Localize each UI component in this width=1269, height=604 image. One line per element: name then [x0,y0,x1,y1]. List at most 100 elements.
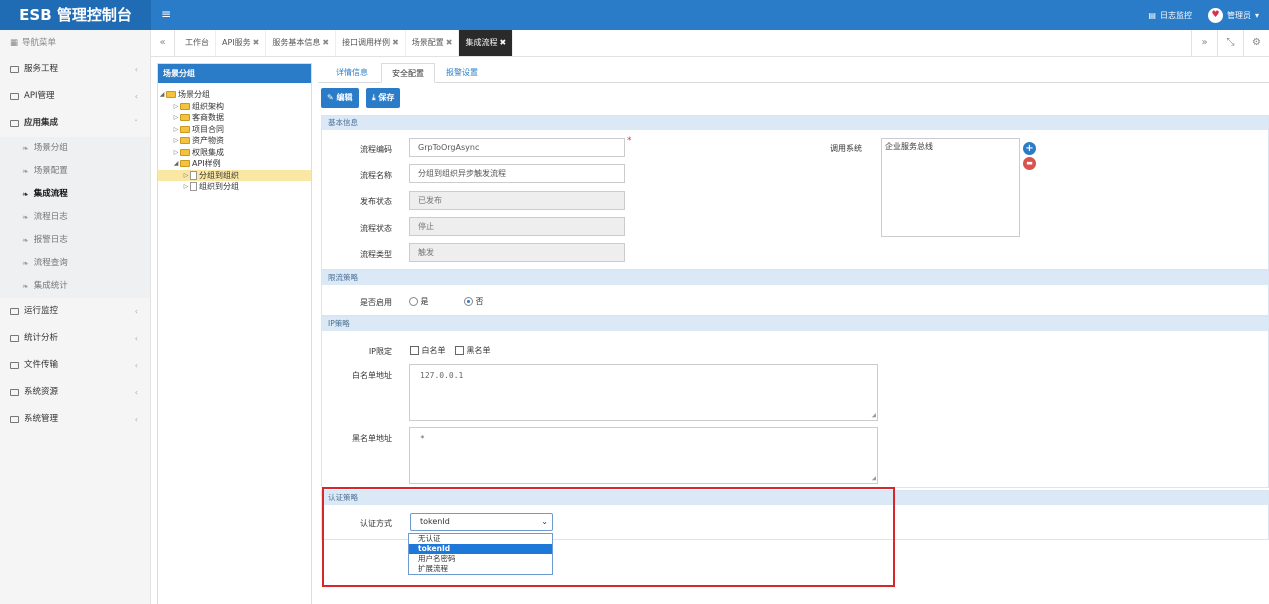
edit-button-label: 编辑 [336,93,353,102]
expand-right-icon[interactable]: ▷ [182,181,190,193]
sidebar-item-api-management[interactable]: API管理 ‹ [0,83,150,110]
sidebar-sub-integration-flow[interactable]: ❧ 集成流程 [0,183,150,206]
chevron-left-icon: ‹ [134,388,138,397]
sidebar-sub-label: 流程查询 [33,258,68,268]
tree-node-label: 资产物资 [192,136,224,145]
resize-handle-icon[interactable]: ◢ [872,474,876,482]
tab-scroll-right-icon[interactable]: » [1191,30,1217,56]
section-title: 基本信息 [322,116,1268,130]
whitelist-checkbox[interactable]: 白名单 [410,345,446,356]
tab-service-basic-info[interactable]: 服务基本信息 ✖ [266,30,337,56]
fullscreen-icon[interactable]: ⤡ [1217,30,1243,56]
folder-icon [10,120,19,127]
close-icon[interactable]: ✖ [446,38,453,47]
tree-panel-title: 场景分组 [158,64,311,83]
sidebar-sub-flow-log[interactable]: ❧ 流程日志 [0,206,150,229]
tab-detail-info[interactable]: 详情信息 [326,63,378,83]
folder-icon [180,137,190,145]
tab-workbench[interactable]: 工作台 [179,30,216,56]
auth-method-select[interactable]: tokenId ⌄ [410,513,553,531]
list-icon: ▤ [1148,10,1156,20]
auth-option-tokenid[interactable]: tokenId [409,544,552,554]
sidebar-sub-integration-stats[interactable]: ❧ 集成统计 [0,275,150,298]
tab-api-call-sample[interactable]: 接口调用样例 ✖ [336,30,406,56]
expand-right-icon[interactable]: ▷ [182,170,190,182]
whitelist-addr-value: 127.0.0.1 [420,371,464,380]
caller-system-list[interactable]: 企业服务总线 [881,138,1020,237]
radio-no[interactable]: 否 [464,296,484,307]
blacklist-checkbox[interactable]: 黑名单 [455,345,491,356]
sidebar-item-label: 系统管理 [24,414,59,424]
expand-down-icon[interactable]: ◢ [172,158,180,170]
tree-node[interactable]: ▷ 资产物资 [158,135,311,147]
expand-down-icon[interactable]: ◢ [158,89,166,101]
tree-node[interactable]: ▷ 项目合同 [158,124,311,136]
menu-toggle-icon[interactable]: ≡ [160,6,172,22]
tab-alarm-settings[interactable]: 报警设置 [436,63,488,83]
radio-yes[interactable]: 是 [409,296,429,307]
add-icon[interactable]: + [1023,142,1036,155]
caller-system-item[interactable]: 企业服务总线 [885,141,1016,152]
tab-integration-flow[interactable]: 集成流程 ✖ [459,30,514,56]
sidebar-item-service-project[interactable]: 服务工程 ‹ [0,56,150,83]
sidebar-item-app-integration[interactable]: 应用集成 ˇ [0,110,150,137]
log-monitor-label: 日志监控 [1159,10,1192,20]
tab-bar-actions: » ⤡ ⚙ [1191,30,1269,56]
sidebar-sub-alarm-log[interactable]: ❧ 报警日志 [0,229,150,252]
expand-right-icon[interactable]: ▷ [172,124,180,136]
close-icon[interactable]: ✖ [253,38,260,47]
sidebar-item-system-resource[interactable]: 系统资源 ‹ [0,379,150,406]
tree-node[interactable]: ▷ 组织架构 [158,101,311,113]
caret-down-icon: ▾ [1254,10,1259,20]
gear-icon[interactable]: ⚙ [1243,30,1269,56]
resize-handle-icon[interactable]: ◢ [872,411,876,419]
tree-node[interactable]: ▷ 权限集成 [158,147,311,159]
blacklist-addr-textarea[interactable]: * ◢ [409,427,878,484]
log-monitor-link[interactable]: ▤ 日志监控 [1148,10,1192,21]
tree-node[interactable]: ▷ 组织到分组 [158,181,311,193]
expand-right-icon[interactable]: ▷ [172,135,180,147]
flow-code-input[interactable]: GrpToOrgAsync [409,138,625,157]
sidebar-item-run-monitor[interactable]: 运行监控 ‹ [0,298,150,325]
auth-option-extended[interactable]: 扩展流程 [409,564,552,574]
tree-node[interactable]: ◢ API样例 [158,158,311,170]
tree-node-label: 组织架构 [192,101,224,111]
radio-icon [409,297,418,306]
auth-option-userpass[interactable]: 用户名密码 [409,554,552,564]
whitelist-addr-textarea[interactable]: 127.0.0.1 ◢ [409,364,878,421]
tab-scroll-left-icon[interactable]: « [151,30,175,56]
close-icon[interactable]: ✖ [322,38,329,47]
sidebar-item-stat-analysis[interactable]: 统计分析 ‹ [0,325,150,352]
throttle-section: 限流策略 是否启用 是 否 [321,270,1269,316]
expand-right-icon[interactable]: ▷ [172,112,180,124]
tree-node[interactable]: ▷ 客商数据 [158,112,311,124]
sidebar-title-label: 导航菜单 [22,38,57,48]
tab-api-service[interactable]: API服务 ✖ [216,30,267,56]
tab-scene-config[interactable]: 场景配置 ✖ [406,30,460,56]
tree-node-label: 权限集成 [192,147,224,157]
sidebar-sub-flow-query[interactable]: ❧ 流程查询 [0,252,150,275]
user-menu[interactable]: ♥ 管理员 ▾ [1207,7,1259,23]
auth-option-none[interactable]: 无认证 [409,534,552,544]
close-icon[interactable]: ✖ [392,38,399,47]
flow-name-input[interactable]: 分组到组织异步触发流程 [409,164,625,183]
save-button[interactable]: ⤓ 保存 [366,88,401,108]
sidebar-item-system-management[interactable]: 系统管理 ‹ [0,406,150,433]
tab-label: 接口调用样例 [342,38,391,47]
close-icon[interactable]: ✖ [499,38,506,47]
sidebar-sub-scene-config[interactable]: ❧ 场景配置 [0,160,150,183]
sidebar-item-file-transfer[interactable]: 文件传输 ‹ [0,352,150,379]
sidebar-sub-scene-group[interactable]: ❧ 场景分组 [0,137,150,160]
tree-node-root[interactable]: ◢ 场景分组 [158,89,311,101]
edit-button[interactable]: ✎ 编辑 [321,88,359,108]
tab-security-config[interactable]: 安全配置 [381,63,435,83]
expand-right-icon[interactable]: ▷ [172,147,180,159]
auth-method-label: 认证方式 [360,519,392,528]
header-right: ▤ 日志监控 ♥ 管理员 ▾ [1148,0,1259,30]
folder-icon [180,125,190,133]
expand-right-icon[interactable]: ▷ [172,101,180,113]
tree-node-selected[interactable]: ▷ 分组到组织 [158,169,311,182]
tree-node-label: 场景分组 [178,90,210,99]
delete-icon[interactable]: ▬ [1023,157,1036,170]
chevron-left-icon: ‹ [134,334,138,343]
